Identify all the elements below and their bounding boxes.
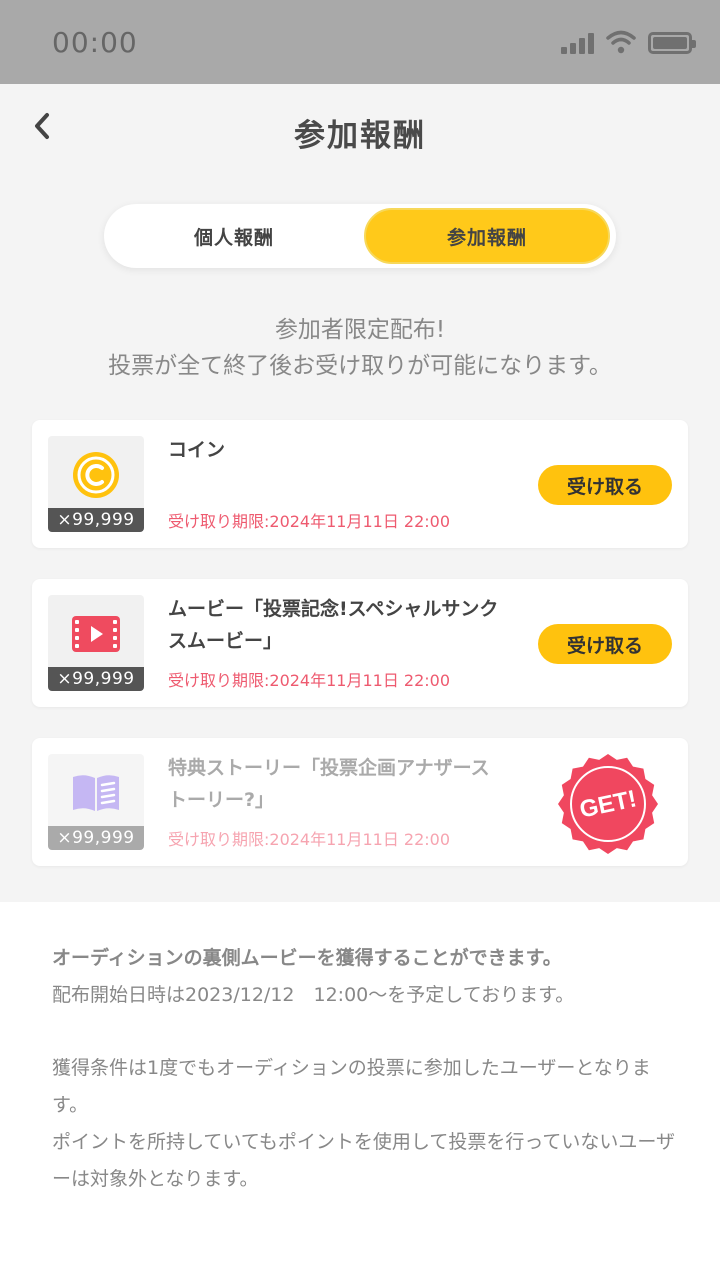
reward-thumbnail: ×99,999 [48,436,144,532]
notice-line-2: 投票が全て終了後お受け取りが可能になります。 [108,353,612,379]
info-schedule: 配布開始日時は2023/12/12 12:00〜を予定しております。 [52,984,575,1006]
reward-deadline: 受け取り期限:2024年11月11日 22:00 [168,671,451,690]
reward-name: ムービー「投票記念!スペシャルサンクスムービー」 [168,598,499,652]
distribution-notice: 参加者限定配布! 投票が全て終了後お受け取りが可能になります。 [0,312,720,384]
status-icons [561,30,696,54]
signal-icon [561,32,594,54]
tab-personal-rewards[interactable]: 個人報酬 [110,208,358,264]
coin-icon [73,452,119,498]
reward-deadline: 受け取り期限:2024年11月11日 22:00 [168,830,451,849]
reward-deadline: 受け取り期限:2024年11月11日 22:00 [168,512,451,531]
receive-button[interactable]: 受け取る [538,624,672,664]
reward-thumbnail: ×99,999 [48,754,144,850]
notice-line-1: 参加者限定配布! [274,317,446,343]
info-exclusion: ポイントを所持していてもポイントを使用して投票を行っていないユーザーは対象外とな… [52,1131,676,1190]
info-text: オーディションの裏側ムービーを獲得することができます。 配布開始日時は2023/… [52,940,678,1198]
page-header: 参加報酬 [0,84,720,180]
reward-card-movie: ×99,999 ムービー「投票記念!スペシャルサンクスムービー」 受け取り期限:… [32,579,688,707]
reward-name: コイン [168,439,226,461]
page-title: 参加報酬 [294,118,426,154]
reward-name: 特典ストーリー「投票企画アナザーストーリー?」 [168,757,490,811]
reward-thumbnail: ×99,999 [48,595,144,691]
info-lead: オーディションの裏側ムービーを獲得することができます。 [52,947,562,969]
status-time: 00:00 [52,26,138,59]
tab-participation-rewards[interactable]: 参加報酬 [364,208,610,264]
reward-tab-switch: 個人報酬 参加報酬 [104,204,616,268]
status-bar: 00:00 [0,0,720,84]
info-panel: オーディションの裏側ムービーを獲得することができます。 配布開始日時は2023/… [0,902,720,1280]
reward-quantity: ×99,999 [48,667,144,691]
info-condition: 獲得条件は1度でもオーディションの投票に参加したユーザーとなります。 [52,1057,651,1116]
battery-icon [648,32,696,54]
reward-quantity: ×99,999 [48,508,144,532]
reward-card-coin: ×99,999 コイン 受け取り期限:2024年11月11日 22:00 受け取… [32,420,688,548]
reward-quantity: ×99,999 [48,826,144,850]
book-icon [73,775,119,811]
movie-icon [72,616,120,652]
wifi-icon [606,30,636,54]
received-stamp-icon: GET! [558,754,658,854]
receive-button[interactable]: 受け取る [538,465,672,505]
reward-card-story: ×99,999 特典ストーリー「投票企画アナザーストーリー?」 受け取り期限:2… [32,738,688,866]
